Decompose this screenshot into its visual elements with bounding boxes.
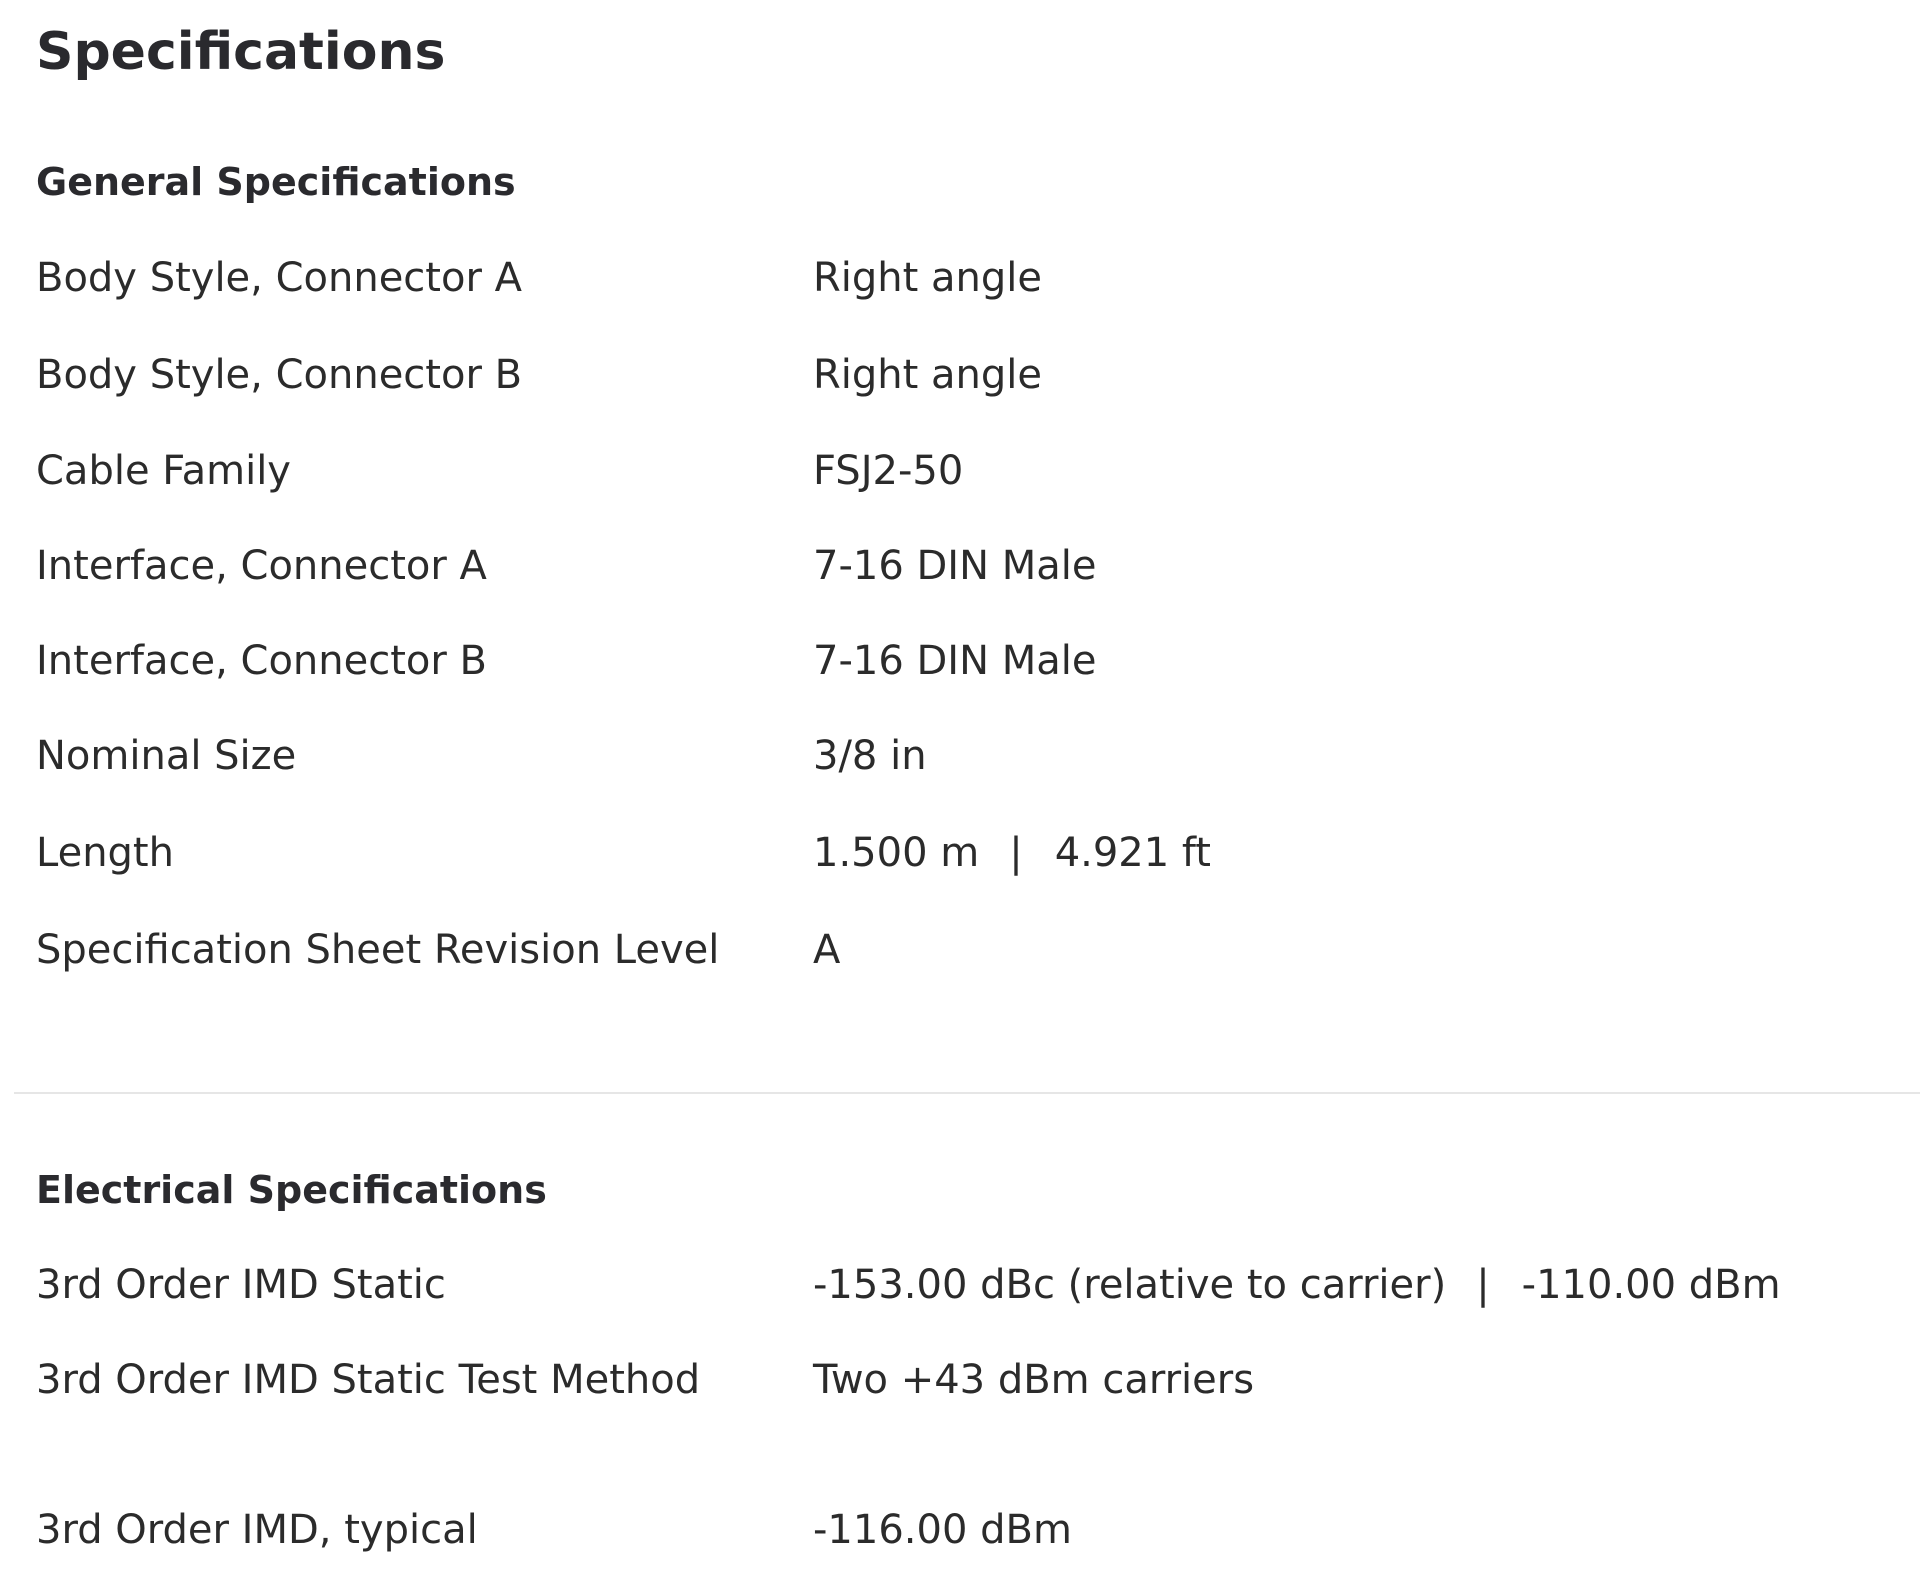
spec-row-body-style-b: Body Style, Connector B Right angle — [36, 345, 1916, 405]
spec-value: Right angle — [813, 255, 1043, 301]
value-separator: | — [1009, 830, 1023, 876]
spec-label: Specification Sheet Revision Level — [36, 927, 720, 973]
spec-label: Cable Family — [36, 448, 291, 494]
spec-value: -116.00 dBm — [813, 1507, 1072, 1553]
value-separator: | — [1476, 1262, 1490, 1308]
electrical-specifications-heading: Electrical Specifications — [36, 1168, 547, 1212]
spec-row-imd-typical: 3rd Order IMD, typical -116.00 dBm — [36, 1500, 1916, 1560]
spec-value-group: -153.00 dBc (relative to carrier) | -110.0… — [813, 1262, 1781, 1308]
spec-row-body-style-a: Body Style, Connector A Right angle — [36, 248, 1916, 308]
spec-value-group: 1.500 m | 4.921 ft — [813, 830, 1211, 876]
spec-row-length: Length 1.500 m | 4.921 ft — [36, 823, 1916, 883]
spec-row-imd-test-method: 3rd Order IMD Static Test Method Two +43… — [36, 1350, 1916, 1410]
spec-value: 3/8 in — [813, 733, 927, 779]
spec-value-metric: 1.500 m — [813, 830, 980, 876]
spec-row-imd-static: 3rd Order IMD Static -153.00 dBc (relati… — [36, 1255, 1916, 1315]
spec-label: 3rd Order IMD Static Test Method — [36, 1357, 701, 1403]
spec-value-dbc: -153.00 dBc (relative to carrier) — [813, 1262, 1447, 1308]
page-title: Specifications — [36, 22, 446, 82]
spec-value-dbm: -110.00 dBm — [1521, 1262, 1781, 1308]
spec-value-imperial: 4.921 ft — [1054, 830, 1211, 876]
spec-value: 7-16 DIN Male — [813, 543, 1097, 589]
spec-value: FSJ2-50 — [813, 448, 964, 494]
spec-label: Body Style, Connector B — [36, 352, 523, 398]
spec-label: 3rd Order IMD Static — [36, 1262, 446, 1308]
spec-label: Nominal Size — [36, 733, 297, 779]
spec-label: 3rd Order IMD, typical — [36, 1507, 478, 1553]
spec-value: Two +43 dBm carriers — [813, 1357, 1255, 1403]
spec-label: Length — [36, 830, 174, 876]
spec-value: Right angle — [813, 352, 1043, 398]
section-divider — [14, 1092, 1920, 1094]
spec-label: Interface, Connector B — [36, 638, 487, 684]
general-specifications-heading: General Specifications — [36, 160, 516, 204]
spec-value: 7-16 DIN Male — [813, 638, 1097, 684]
spec-label: Body Style, Connector A — [36, 255, 522, 301]
spec-row-cable-family: Cable Family FSJ2-50 — [36, 441, 1916, 501]
spec-label: Interface, Connector A — [36, 543, 487, 589]
spec-row-nominal-size: Nominal Size 3/8 in — [36, 726, 1916, 786]
spec-row-revision-level: Specification Sheet Revision Level A — [36, 920, 1916, 980]
spec-row-interface-b: Interface, Connector B 7-16 DIN Male — [36, 631, 1916, 691]
spec-value: A — [813, 927, 841, 973]
spec-row-interface-a: Interface, Connector A 7-16 DIN Male — [36, 536, 1916, 596]
